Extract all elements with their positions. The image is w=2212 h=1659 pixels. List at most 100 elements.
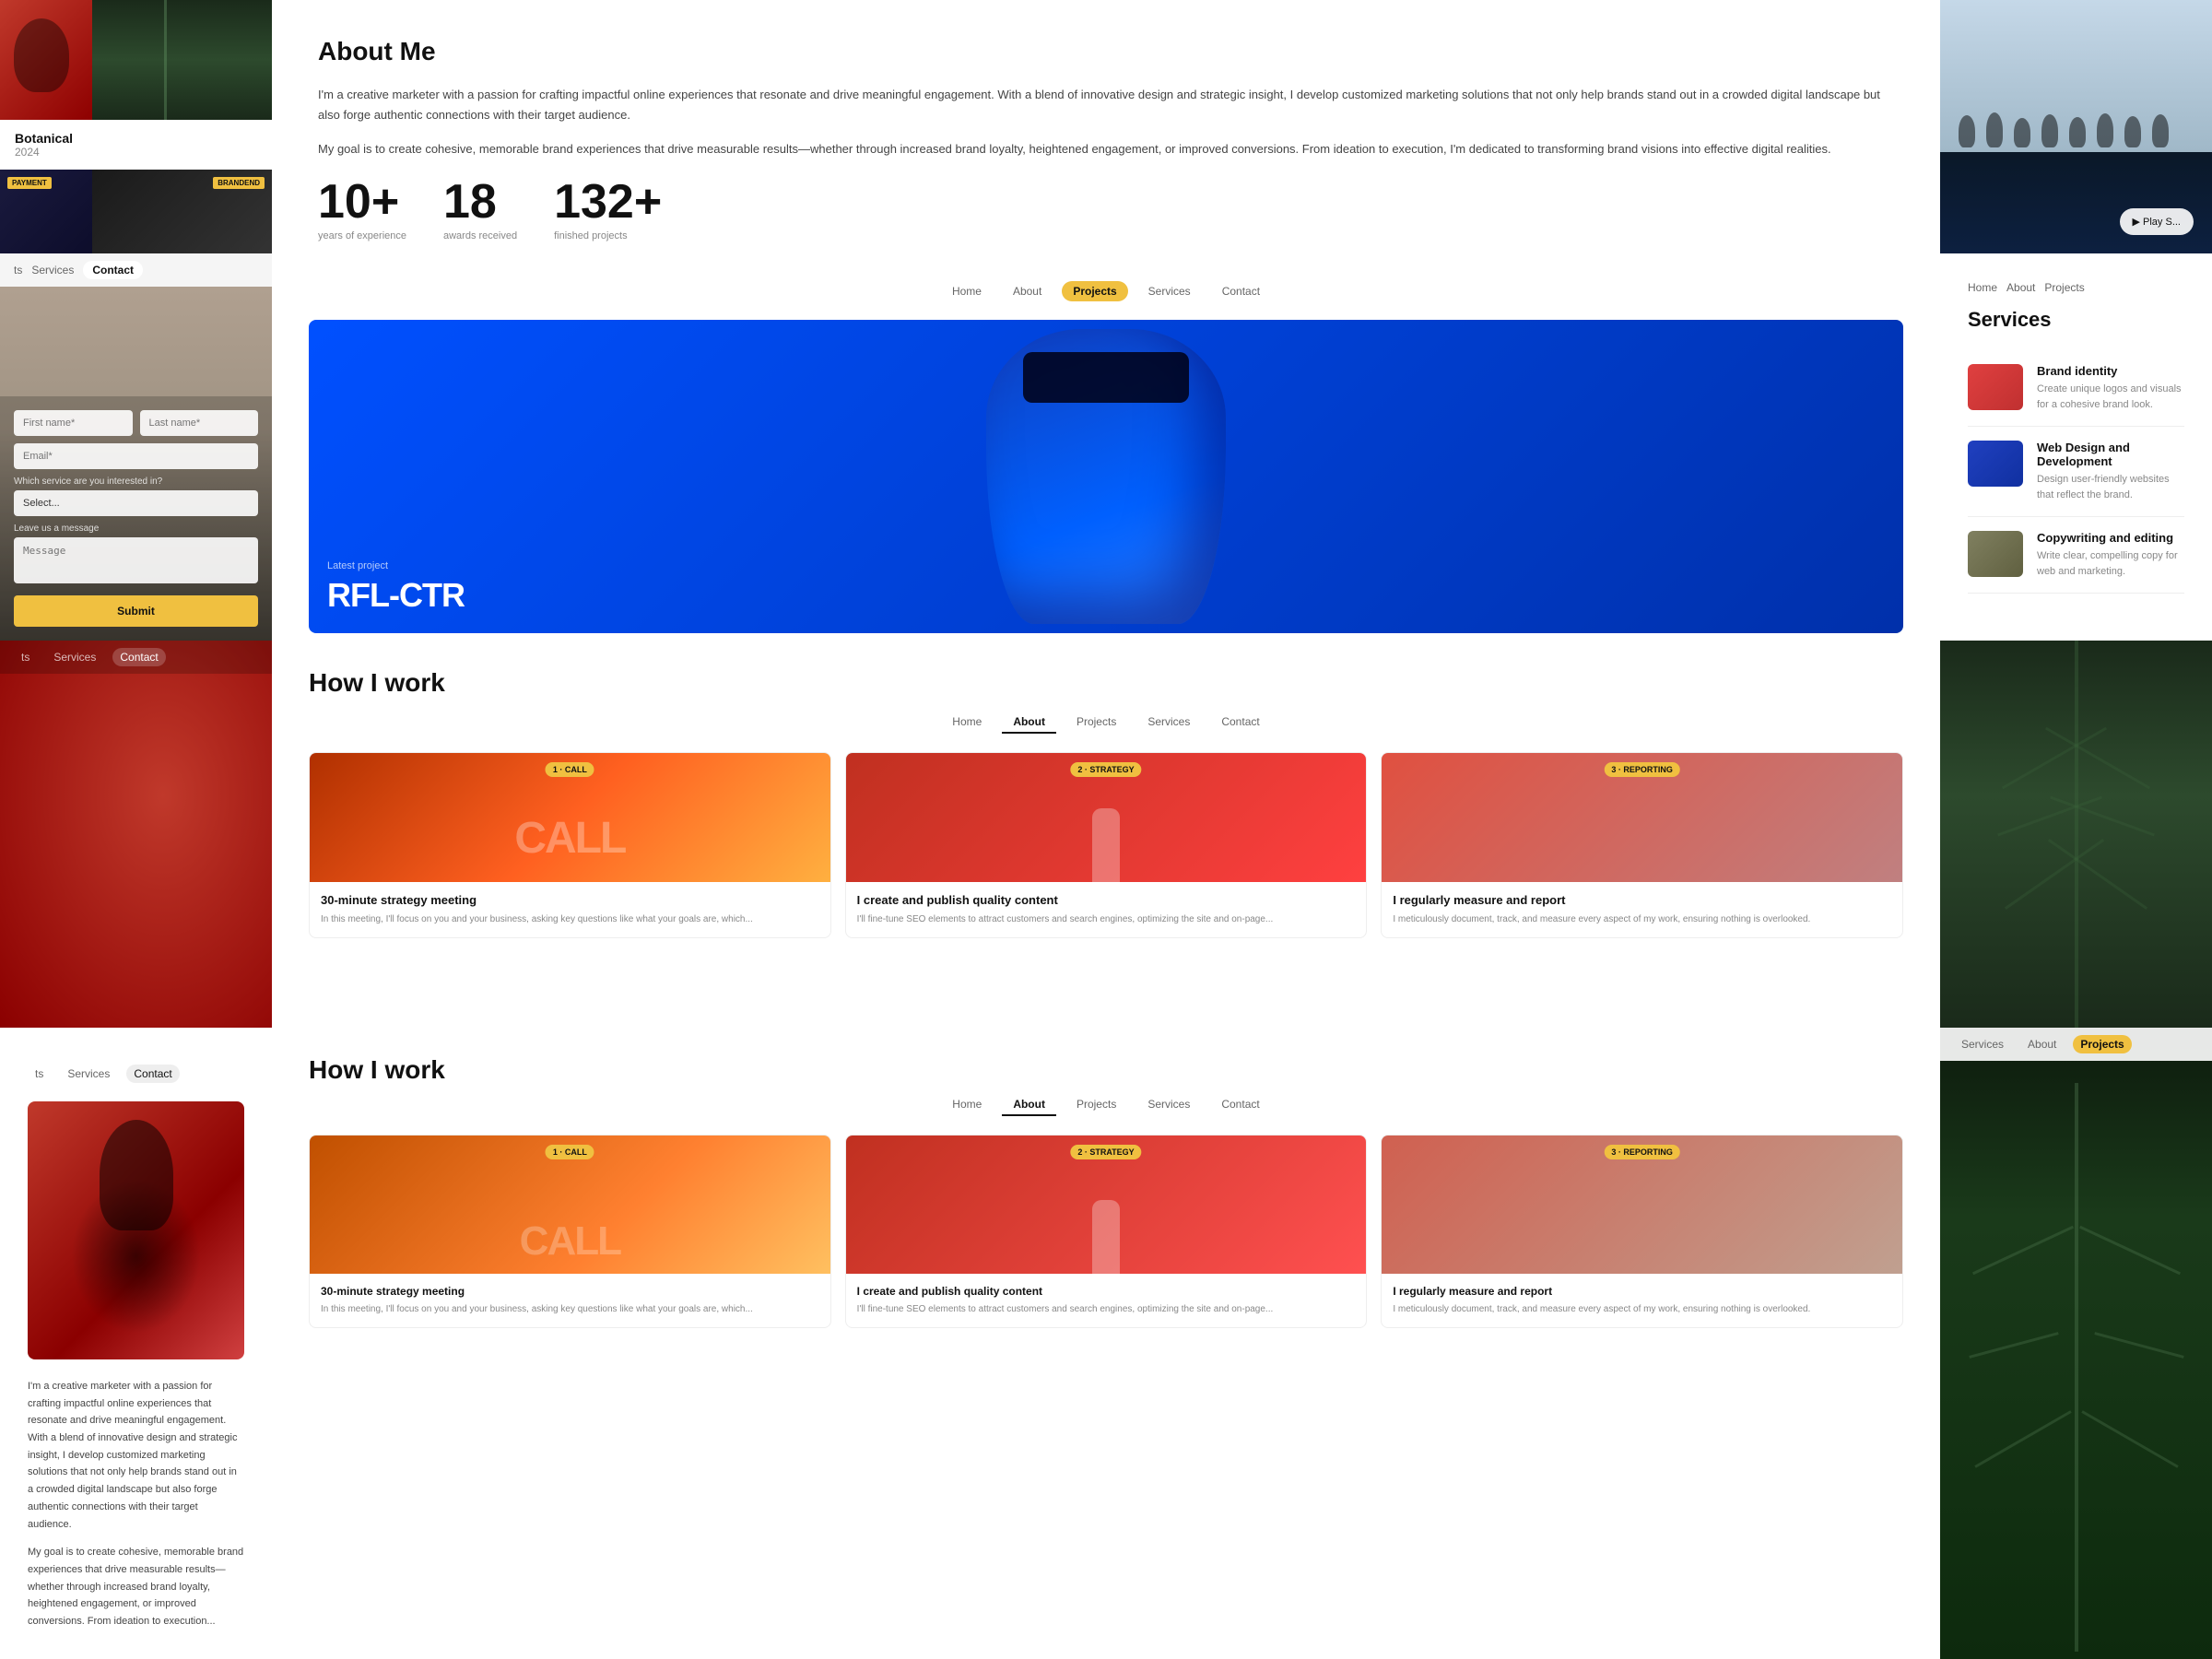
stat-experience: 10+ years of experience <box>318 178 406 241</box>
service-copy-thumb <box>1968 531 2023 577</box>
latest-project-label: Latest project <box>327 560 465 571</box>
stat-experience-number: 10+ <box>318 178 406 226</box>
how-card-call: 1 · CALL CALL 30-minute strategy meeting… <box>309 752 831 938</box>
leaf-full-image <box>1940 641 2212 1028</box>
service-select[interactable]: Select... <box>14 490 258 516</box>
about-para2: My goal is to create cohesive, memorable… <box>318 139 1894 159</box>
stat-awards-label: awards received <box>443 230 517 241</box>
how-card-call-title: 30-minute strategy meeting <box>321 893 819 907</box>
bm-card-call-title: 30-minute strategy meeting <box>321 1285 819 1298</box>
leaf-image <box>92 0 272 120</box>
bm-card-call-text: In this meeting, I'll focus on you and y… <box>321 1302 819 1316</box>
stat-projects-label: finished projects <box>554 230 662 241</box>
bm-strategy-badge: 2 · STRATEGY <box>1070 1145 1141 1159</box>
bot-right-leaf-image <box>1940 1028 2212 1659</box>
botanical-label: Botanical 2024 <box>0 120 272 170</box>
bm-strategy-person <box>1092 1200 1120 1274</box>
bm-call-badge: 1 · CALL <box>546 1145 594 1159</box>
service-web-desc: Design user-friendly websites that refle… <box>2037 472 2184 502</box>
service-copy: Copywriting and editing Write clear, com… <box>1968 517 2184 594</box>
nav-projects[interactable]: Projects <box>1062 281 1127 301</box>
snav-projects[interactable]: Projects <box>2044 281 2084 294</box>
how-card-strategy-image: 2 · STRATEGY <box>846 753 1367 882</box>
service-copy-info: Copywriting and editing Write clear, com… <box>2037 531 2184 579</box>
last-name-input[interactable] <box>140 410 259 436</box>
bl-nav-services[interactable]: Services <box>60 1065 117 1083</box>
botanical-title: Botanical <box>15 131 257 146</box>
services-cell: Home About Projects Services Brand ident… <box>1940 253 2212 641</box>
bm-nav-projects[interactable]: Projects <box>1065 1094 1127 1116</box>
how-card-strategy-body: I create and publish quality content I'l… <box>846 882 1367 937</box>
how-nav-projects[interactable]: Projects <box>1065 712 1127 734</box>
project-label: Latest project RFL-CTR <box>327 560 465 615</box>
email-input[interactable] <box>14 443 258 469</box>
nav-item-ts[interactable]: ts <box>14 264 22 276</box>
how-nav-about[interactable]: About <box>1002 712 1056 734</box>
stat-experience-label: years of experience <box>318 230 406 241</box>
bm-card-call-image: 1 · CALL CALL <box>310 1135 830 1274</box>
bot-mid-nav: Home About Projects Services Contact <box>309 1094 1903 1116</box>
play-button[interactable]: ▶ Play S... <box>2120 208 2194 235</box>
call-big-label: CALL <box>514 813 625 864</box>
snav-home[interactable]: Home <box>1968 281 1997 294</box>
project-hero-image: Latest project RFL-CTR <box>309 320 1903 633</box>
brand-badge: BRANDEND <box>213 177 265 189</box>
bot-mid-title: How I work <box>309 1055 1903 1085</box>
strategy-person <box>1092 808 1120 882</box>
submit-button[interactable]: Submit <box>14 595 258 627</box>
service-brand-name: Brand identity <box>2037 364 2184 378</box>
how-nav-services[interactable]: Services <box>1136 712 1201 734</box>
bm-card-reporting: 3 · REPORTING I regularly measure and re… <box>1381 1135 1903 1328</box>
brand-image: BRANDEND <box>92 170 272 253</box>
how-card-reporting-title: I regularly measure and report <box>1393 893 1891 907</box>
stat-projects: 132+ finished projects <box>554 178 662 241</box>
bm-card-reporting-title: I regularly measure and report <box>1393 1285 1891 1298</box>
bl-nav-contact[interactable]: Contact <box>126 1065 179 1083</box>
dark-nav-contact[interactable]: Contact <box>112 648 165 666</box>
bl-nav-ts[interactable]: ts <box>28 1065 51 1083</box>
bm-card-strategy-text: I'll fine-tune SEO elements to attract c… <box>857 1302 1356 1316</box>
message-textarea[interactable] <box>14 537 258 583</box>
nav-item-contact[interactable]: Contact <box>83 261 143 279</box>
nav-services[interactable]: Services <box>1137 281 1202 301</box>
dark-red-bg: ts Services Contact <box>0 641 272 1028</box>
project-name: RFL-CTR <box>327 576 465 615</box>
service-label: Which service are you interested in? <box>14 477 258 487</box>
stat-awards-number: 18 <box>443 178 517 226</box>
how-card-strategy-title: I create and publish quality content <box>857 893 1356 907</box>
message-label: Leave us a message <box>14 524 258 534</box>
nav-contact[interactable]: Contact <box>1211 281 1271 301</box>
service-web-info: Web Design and Development Design user-f… <box>2037 441 2184 502</box>
br-nav-services[interactable]: Services <box>1954 1035 2011 1053</box>
how-nav-contact[interactable]: Contact <box>1210 712 1270 734</box>
dark-nav-ts[interactable]: ts <box>14 648 37 666</box>
how-cards: 1 · CALL CALL 30-minute strategy meeting… <box>309 752 1903 938</box>
br-nav-about[interactable]: About <box>2020 1035 2064 1053</box>
br-nav-projects[interactable]: Projects <box>2073 1035 2131 1053</box>
how-nav-home[interactable]: Home <box>941 712 993 734</box>
dark-nav-services[interactable]: Services <box>46 648 103 666</box>
stats-row: 10+ years of experience 18 awards receiv… <box>318 178 1894 241</box>
bm-nav-contact[interactable]: Contact <box>1210 1094 1270 1116</box>
bm-card-strategy: 2 · STRATEGY I create and publish qualit… <box>845 1135 1368 1328</box>
bm-nav-about[interactable]: About <box>1002 1094 1056 1116</box>
first-name-input[interactable] <box>14 410 133 436</box>
service-copy-name: Copywriting and editing <box>2037 531 2184 545</box>
bot-right-cell: Services About Projects <box>1940 1028 2212 1659</box>
nav-about[interactable]: About <box>1002 281 1053 301</box>
strategy-badge: 2 · STRATEGY <box>1070 762 1141 777</box>
service-web-thumb <box>1968 441 2023 487</box>
snav-about[interactable]: About <box>2006 281 2035 294</box>
bot-mid-cards: 1 · CALL CALL 30-minute strategy meeting… <box>309 1135 1903 1328</box>
bm-card-strategy-title: I create and publish quality content <box>857 1285 1356 1298</box>
bm-nav-home[interactable]: Home <box>941 1094 993 1116</box>
bm-card-reporting-image: 3 · REPORTING <box>1382 1135 1902 1274</box>
nav-home[interactable]: Home <box>941 281 993 301</box>
bm-nav-services[interactable]: Services <box>1136 1094 1201 1116</box>
dark-photo-image: ▶ Play S... <box>1940 0 2212 253</box>
dark-red-cell: ts Services Contact <box>0 641 272 1028</box>
nav-item-services[interactable]: Services <box>31 264 74 276</box>
stat-projects-number: 132+ <box>554 178 662 226</box>
bm-card-strategy-body: I create and publish quality content I'l… <box>846 1274 1367 1327</box>
top-right-cell: ▶ Play S... <box>1940 0 2212 253</box>
